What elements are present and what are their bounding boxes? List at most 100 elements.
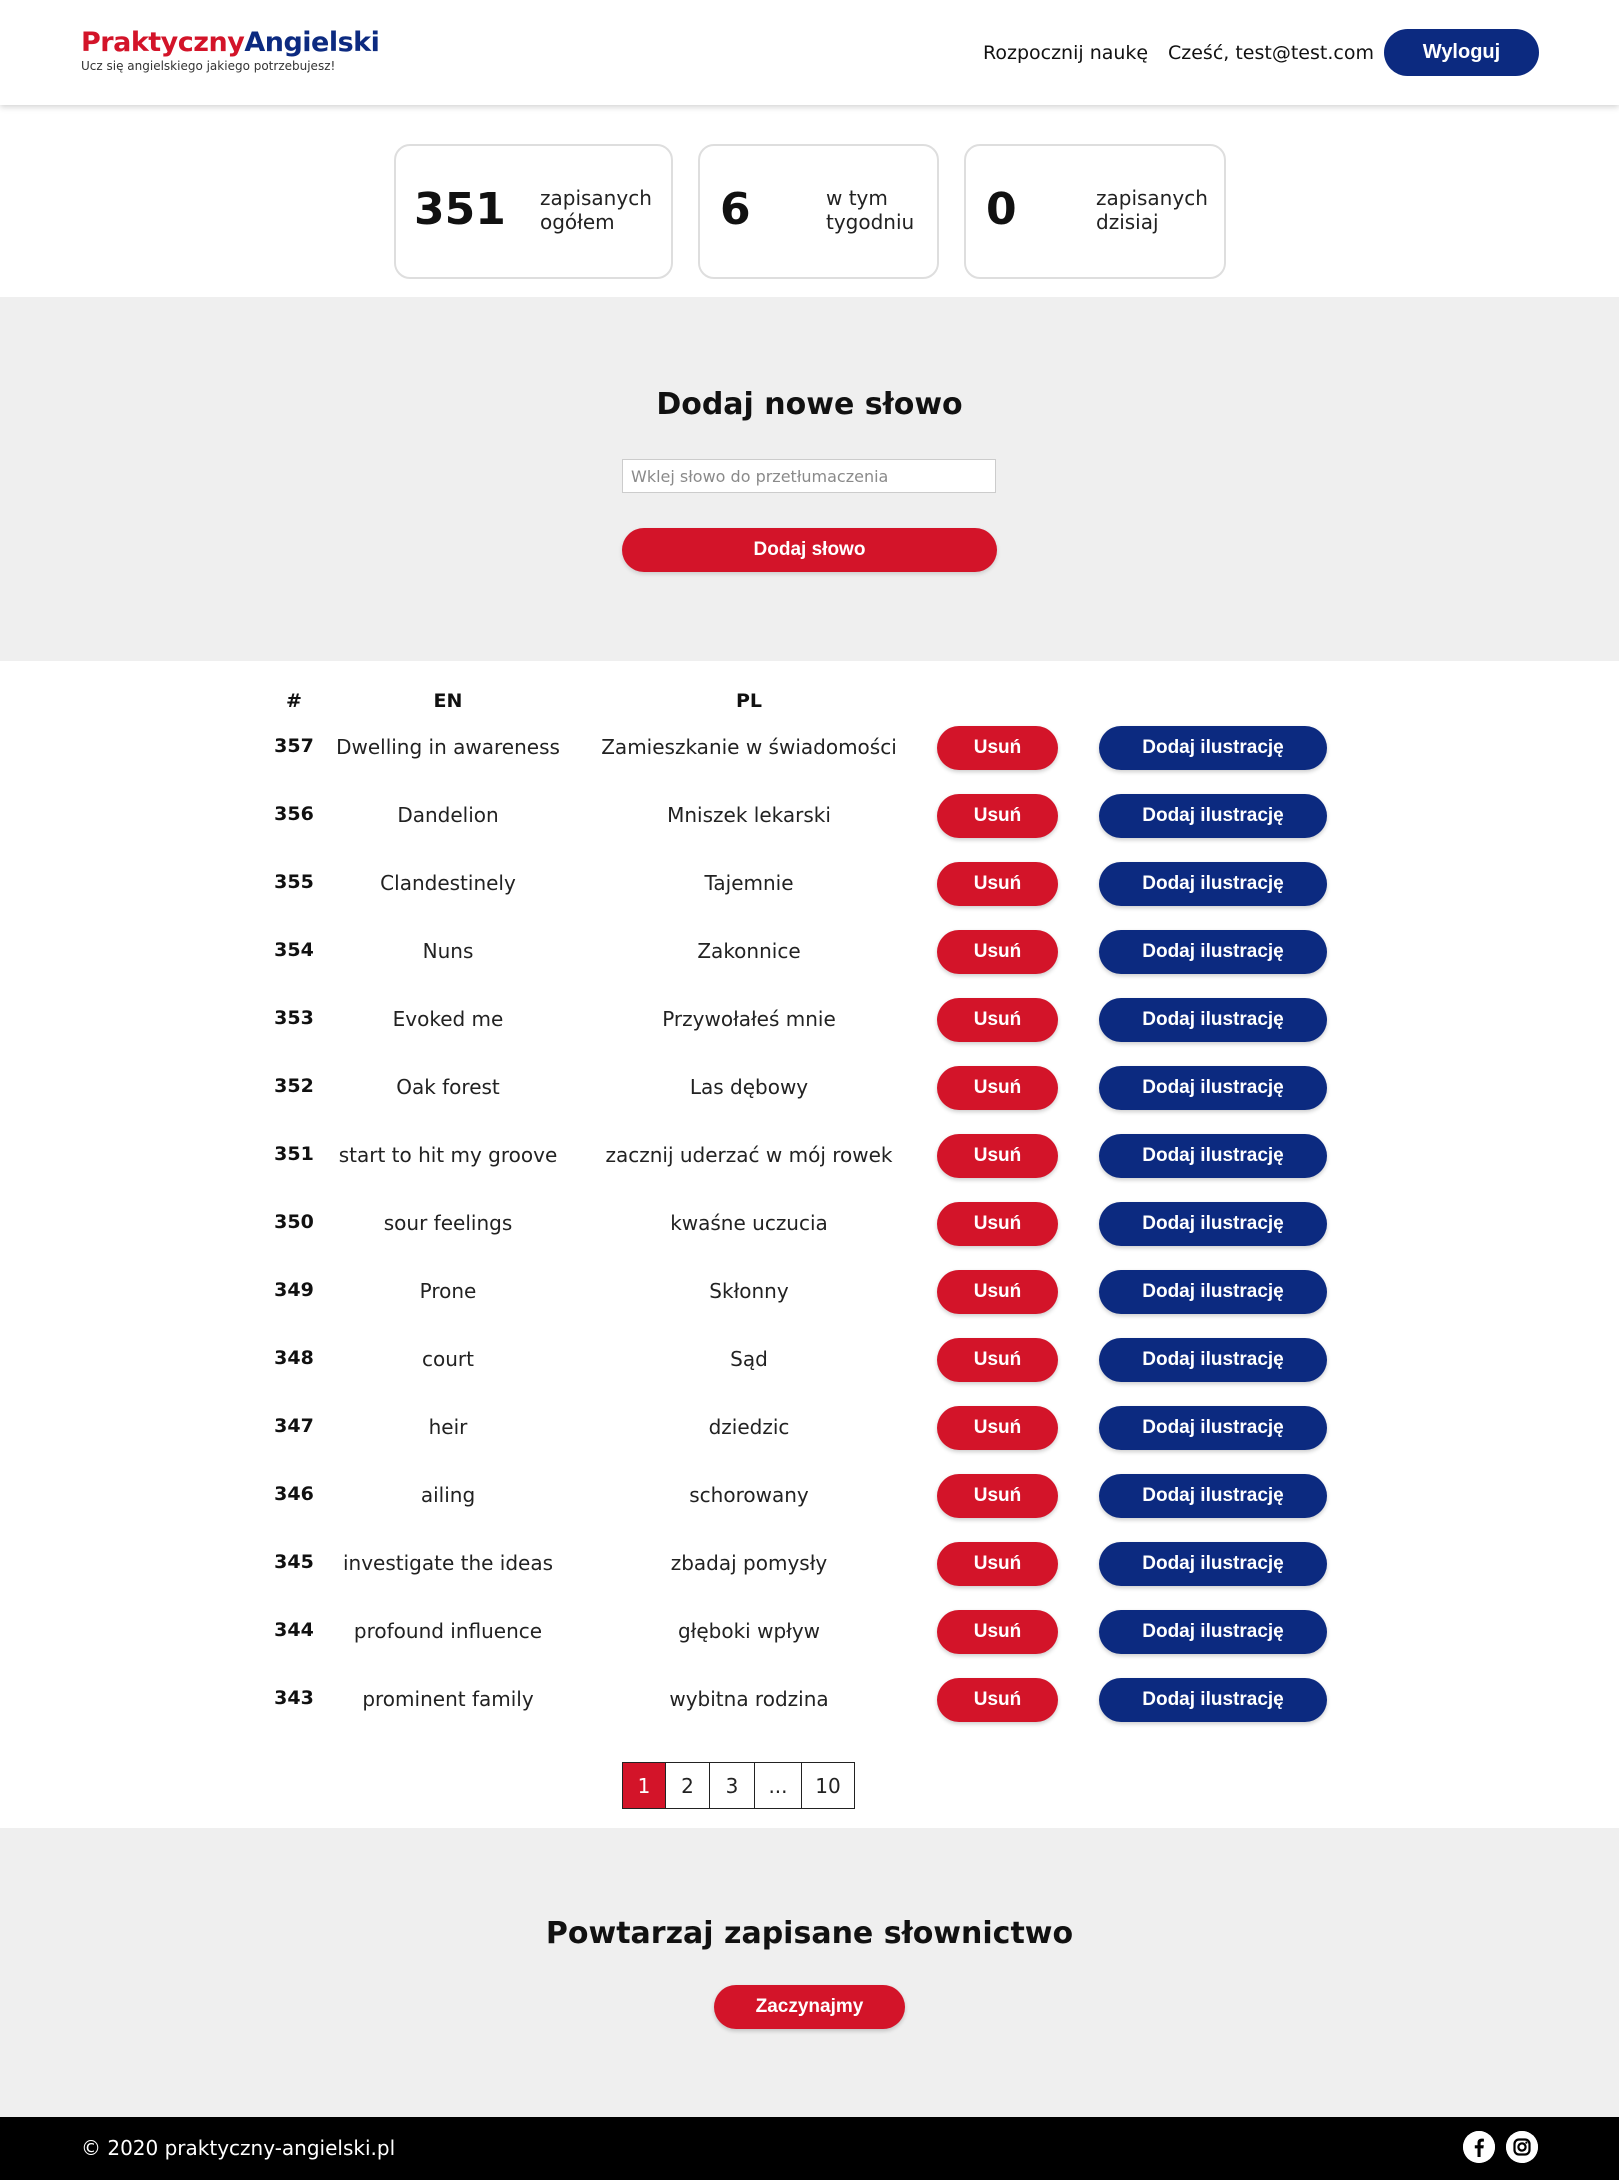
- delete-word-button[interactable]: Usuń: [937, 930, 1058, 974]
- add-illustration-button[interactable]: Dodaj ilustrację: [1099, 1678, 1327, 1722]
- copyright-text: © 2020 praktyczny-angielski.pl: [81, 2136, 396, 2160]
- column-header-pl: PL: [735, 690, 763, 712]
- row-word-pl: schorowany: [689, 1483, 809, 1507]
- row-word-en: ailing: [420, 1483, 476, 1507]
- add-illustration-button[interactable]: Dodaj ilustrację: [1099, 1270, 1327, 1314]
- row-word-pl: wybitna rodzina: [669, 1687, 829, 1711]
- page-1-link[interactable]: 1: [623, 1763, 666, 1808]
- stat-label: zapisanych dzisiaj: [1096, 186, 1208, 234]
- stat-card-week: 6 w tym tygodniu: [698, 144, 939, 279]
- stat-label: w tym tygodniu: [826, 186, 914, 234]
- logo-wordmark: PraktycznyAngielski: [81, 27, 380, 59]
- table-row: 348 court Sąd Usuń Dodaj ilustrację: [0, 1335, 1619, 1385]
- row-word-pl: Mniszek lekarski: [667, 803, 831, 827]
- add-illustration-button[interactable]: Dodaj ilustrację: [1099, 862, 1327, 906]
- add-illustration-button[interactable]: Dodaj ilustrację: [1099, 1134, 1327, 1178]
- delete-word-button[interactable]: Usuń: [937, 1134, 1058, 1178]
- add-word-section: Dodaj nowe słowo Dodaj słowo: [0, 297, 1619, 661]
- pagination: 1 2 3 ... 10: [622, 1762, 855, 1809]
- row-word-en: Prone: [419, 1279, 477, 1303]
- table-row: 356 Dandelion Mniszek lekarski Usuń Dodaj il…: [0, 791, 1619, 841]
- delete-word-button[interactable]: Usuń: [937, 794, 1058, 838]
- add-illustration-button[interactable]: Dodaj ilustrację: [1099, 1542, 1327, 1586]
- page-3-link[interactable]: 3: [710, 1763, 755, 1808]
- row-word-en: investigate the ideas: [342, 1551, 554, 1575]
- add-illustration-button[interactable]: Dodaj ilustrację: [1099, 1610, 1327, 1654]
- table-row: 354 Nuns Zakonnice Usuń Dodaj ilustrację: [0, 927, 1619, 977]
- site-logo[interactable]: PraktycznyAngielski Ucz się angielskiego…: [81, 27, 380, 73]
- delete-word-button[interactable]: Usuń: [937, 1066, 1058, 1110]
- add-illustration-button[interactable]: Dodaj ilustrację: [1099, 1066, 1327, 1110]
- row-word-en: court: [422, 1347, 474, 1371]
- instagram-icon[interactable]: [1506, 2131, 1538, 2163]
- delete-word-button[interactable]: Usuń: [937, 998, 1058, 1042]
- row-word-pl: kwaśne uczucia: [670, 1211, 828, 1235]
- row-word-pl: Zamieszkanie w świadomości: [601, 735, 897, 759]
- row-word-pl: Przywołałeś mnie: [662, 1007, 836, 1031]
- delete-word-button[interactable]: Usuń: [937, 1542, 1058, 1586]
- user-greeting: Cześć, test@test.com: [1168, 42, 1374, 64]
- page-2-link[interactable]: 2: [666, 1763, 710, 1808]
- table-row: 345 investigate the ideas zbadaj pomysły Us…: [0, 1539, 1619, 1589]
- table-row: 355 Clandestinely Tajemnie Usuń Dodaj ilustr…: [0, 859, 1619, 909]
- delete-word-button[interactable]: Usuń: [937, 1610, 1058, 1654]
- row-word-pl: Skłonny: [709, 1279, 789, 1303]
- logo-tagline: Ucz się angielskiego jakiego potrzebujes…: [81, 59, 336, 73]
- add-illustration-button[interactable]: Dodaj ilustrację: [1099, 930, 1327, 974]
- logo-part-praktyczny: Praktyczny: [81, 27, 245, 58]
- logo-part-angielski: Angielski: [244, 27, 380, 58]
- table-row: 346 ailing schorowany Usuń Dodaj ilustrację: [0, 1471, 1619, 1521]
- nav-start-learning-link[interactable]: Rozpocznij naukę: [983, 40, 1148, 66]
- add-word-title: Dodaj nowe słowo: [656, 387, 963, 422]
- delete-word-button[interactable]: Usuń: [937, 1406, 1058, 1450]
- add-illustration-button[interactable]: Dodaj ilustrację: [1099, 1338, 1327, 1382]
- add-illustration-button[interactable]: Dodaj ilustrację: [1099, 998, 1327, 1042]
- delete-word-button[interactable]: Usuń: [937, 1338, 1058, 1382]
- table-row: 344 profound influence głęboki wpływ Usuń Do…: [0, 1607, 1619, 1657]
- page-10-link[interactable]: 10: [802, 1763, 854, 1808]
- delete-word-button[interactable]: Usuń: [937, 862, 1058, 906]
- delete-word-button[interactable]: Usuń: [937, 1202, 1058, 1246]
- row-word-pl: głęboki wpływ: [677, 1619, 821, 1643]
- add-illustration-button[interactable]: Dodaj ilustrację: [1099, 1406, 1327, 1450]
- page-ellipsis: ...: [755, 1763, 802, 1808]
- delete-word-button[interactable]: Usuń: [937, 1270, 1058, 1314]
- stat-card-total: 351 zapisanych ogółem: [394, 144, 673, 279]
- stat-label: zapisanych ogółem: [540, 186, 652, 234]
- stat-card-today: 0 zapisanych dzisiaj: [964, 144, 1226, 279]
- row-word-en: profound influence: [353, 1619, 543, 1643]
- column-header-en: EN: [433, 690, 463, 712]
- start-review-button[interactable]: Zaczynajmy: [714, 1985, 905, 2029]
- add-illustration-button[interactable]: Dodaj ilustrację: [1099, 1202, 1327, 1246]
- row-word-pl: dziedzic: [708, 1415, 790, 1439]
- row-word-pl: Tajemnie: [704, 871, 794, 895]
- add-word-button[interactable]: Dodaj słowo: [622, 528, 997, 572]
- delete-word-button[interactable]: Usuń: [937, 1678, 1058, 1722]
- delete-word-button[interactable]: Usuń: [937, 1474, 1058, 1518]
- row-word-en: Clandestinely: [380, 871, 516, 895]
- row-word-pl: Zakonnice: [697, 939, 801, 963]
- review-title: Powtarzaj zapisane słownictwo: [545, 1916, 1074, 1951]
- row-word-en: heir: [428, 1415, 468, 1439]
- add-illustration-button[interactable]: Dodaj ilustrację: [1099, 794, 1327, 838]
- row-word-en: Dandelion: [397, 803, 499, 827]
- add-illustration-button[interactable]: Dodaj ilustrację: [1099, 1474, 1327, 1518]
- word-input[interactable]: [622, 459, 996, 493]
- row-word-en: Evoked me: [392, 1007, 504, 1031]
- site-footer: © 2020 praktyczny-angielski.pl: [0, 2117, 1619, 2180]
- row-word-pl: Las dębowy: [689, 1075, 809, 1099]
- add-illustration-button[interactable]: Dodaj ilustrację: [1099, 726, 1327, 770]
- table-row: 343 prominent family wybitna rodzina Usuń Do…: [0, 1675, 1619, 1725]
- table-row: 353 Evoked me Przywołałeś mnie Usuń Dodaj il…: [0, 995, 1619, 1045]
- delete-word-button[interactable]: Usuń: [937, 726, 1058, 770]
- row-word-en: prominent family: [362, 1687, 534, 1711]
- row-word-pl: zacznij uderzać w mój rowek: [605, 1143, 893, 1167]
- row-word-en: sour feelings: [383, 1211, 513, 1235]
- stat-label-line1: zapisanych: [540, 186, 652, 210]
- table-row: 357 Dwelling in awareness Zamieszkanie w ś…: [0, 723, 1619, 773]
- logout-button[interactable]: Wyloguj: [1384, 29, 1539, 76]
- stat-label-line2: tygodniu: [826, 210, 915, 234]
- facebook-icon[interactable]: [1463, 2131, 1495, 2163]
- site-header: PraktycznyAngielski Ucz się angielskiego…: [0, 0, 1619, 105]
- stat-label-line1: w tym: [826, 186, 888, 210]
